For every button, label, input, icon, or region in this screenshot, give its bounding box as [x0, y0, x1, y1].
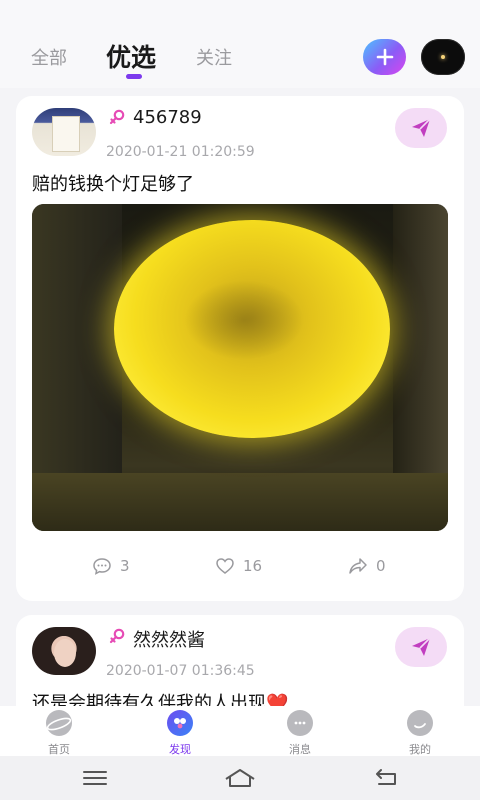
add-post-button[interactable]	[363, 39, 406, 75]
home-icon[interactable]	[223, 766, 257, 790]
paper-plane-icon	[412, 637, 431, 656]
paper-plane-icon	[412, 118, 431, 137]
post-username[interactable]: 456789	[133, 107, 202, 128]
user-avatar[interactable]	[421, 39, 465, 75]
send-message-button[interactable]	[395, 108, 447, 148]
nav-messages[interactable]: 消息	[270, 710, 330, 757]
post-image[interactable]	[32, 204, 448, 531]
heart-icon	[216, 558, 234, 574]
system-navigation-bar	[0, 756, 480, 800]
post-card[interactable]: 456789 2020-01-21 01:20:59 赔的钱换个灯足够了 3 1…	[16, 96, 464, 601]
female-icon	[109, 628, 125, 644]
nav-home[interactable]: 首页	[29, 710, 89, 757]
nav-discover-label: 发现	[169, 743, 191, 756]
nav-profile[interactable]: 我的	[390, 710, 450, 757]
profile-icon	[407, 710, 433, 736]
menu-icon[interactable]	[78, 766, 112, 790]
like-button[interactable]: 16	[215, 554, 262, 578]
bottom-navigation: 首页 发现 消息 我的	[0, 706, 480, 756]
share-icon	[349, 558, 367, 574]
poster-avatar[interactable]	[32, 108, 96, 156]
post-text: 赔的钱换个灯足够了	[32, 174, 194, 195]
nav-discover[interactable]: 发现	[150, 710, 210, 757]
share-button[interactable]: 0	[348, 554, 386, 578]
comment-icon	[93, 558, 111, 575]
send-message-button[interactable]	[395, 627, 447, 667]
comment-button[interactable]: 3	[92, 554, 130, 578]
comment-count: 3	[120, 557, 130, 575]
post-actions: 3 16 0	[16, 554, 464, 578]
back-icon[interactable]	[369, 766, 403, 790]
post-timestamp: 2020-01-07 01:36:45	[106, 663, 255, 679]
nav-messages-label: 消息	[289, 743, 311, 756]
moon-lamp	[114, 220, 390, 438]
poster-avatar[interactable]	[32, 627, 96, 675]
tab-all[interactable]: 全部	[31, 44, 67, 70]
discover-icon	[167, 710, 193, 736]
chat-icon	[287, 710, 313, 736]
share-count: 0	[376, 557, 386, 575]
female-icon	[109, 109, 125, 125]
tab-following[interactable]: 关注	[196, 44, 232, 70]
tab-featured[interactable]: 优选	[106, 38, 156, 74]
post-timestamp: 2020-01-21 01:20:59	[106, 144, 255, 160]
post-username[interactable]: 然然然酱	[133, 626, 205, 652]
nav-profile-label: 我的	[409, 743, 431, 756]
planet-icon	[46, 710, 72, 736]
top-header: 全部 优选 关注	[0, 0, 480, 88]
nav-home-label: 首页	[48, 743, 70, 756]
plus-icon	[376, 48, 393, 66]
active-tab-indicator	[126, 74, 142, 79]
like-count: 16	[243, 557, 263, 575]
